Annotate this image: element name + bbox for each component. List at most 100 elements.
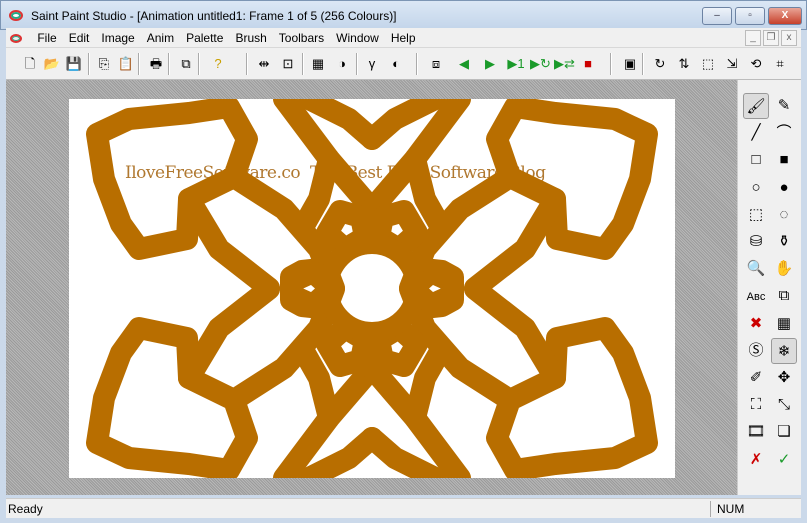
select-all-button[interactable]: ⬚ (698, 54, 718, 74)
new-file-button[interactable]: 🗋 (20, 54, 40, 74)
menu-toolbars[interactable]: Toolbars (273, 28, 330, 48)
transform-icon: ⇲ (726, 56, 738, 71)
copy-icon: ⎘ (98, 56, 110, 71)
fill-tool[interactable]: ⛁ (743, 229, 769, 255)
mdi-minimize-button[interactable]: _ (745, 30, 761, 46)
window-icon: ⧉ (181, 56, 191, 71)
frames-button[interactable]: ⧈ (426, 54, 446, 74)
menu-brush[interactable]: Brush (229, 28, 272, 48)
stop-button[interactable]: ■ (578, 54, 598, 74)
flip-button[interactable]: ⇅ (674, 54, 694, 74)
fx-brush-tool[interactable]: ✐ (743, 365, 769, 391)
mdi-restore-button[interactable]: ❐ (763, 30, 779, 46)
play-loop-button[interactable]: ▶↻ (530, 54, 551, 74)
move-icon: ✥ (777, 369, 791, 386)
palette-pick-tool[interactable]: ▦ (771, 311, 797, 337)
menu-help[interactable]: Help (385, 28, 422, 48)
layers-icon: ❏ (777, 423, 791, 441)
next-frame-button[interactable]: ▶ (480, 54, 500, 74)
text-tool[interactable]: Aʙᴄ (743, 283, 769, 309)
filled-ellipse-tool[interactable]: ● (771, 175, 797, 201)
accept-tool[interactable]: ✓ (771, 447, 797, 473)
lasso-tool[interactable]: ◌ (771, 202, 797, 228)
menu-window[interactable]: Window (330, 28, 385, 48)
toolbar: 🗋 📂 💾 ⎘ 📋 🖶 ⧉? ⇹ ⊡ ▦ ◑ γ ◐ ⧈ ◀ ▶ ▶1 ▶↻ ▶⇄ ■ ▣ ↻ ⇅ ⬚ ⇲ ⟲ ⌗ (6, 48, 801, 80)
minimize-button[interactable]: – (702, 7, 732, 25)
resize-selection-tool[interactable]: ⛶ (743, 392, 769, 418)
zoom-tool[interactable]: 🔍 (743, 256, 769, 282)
spray-tool[interactable]: ⚱ (771, 229, 797, 255)
status-bar: Ready NUM (6, 498, 801, 518)
help-button[interactable]: ? (208, 54, 228, 74)
menu-palette[interactable]: Palette (180, 28, 229, 48)
toolbar-separator (356, 53, 358, 75)
hand-icon: ✋ (774, 260, 794, 278)
menu-anim[interactable]: Anim (141, 28, 180, 48)
drawing-canvas[interactable]: IloveFreeSoftware.co The Best Free Softw… (69, 99, 675, 478)
layers-tool[interactable]: ❏ (771, 419, 797, 445)
rotate-free-button[interactable]: ⟲ (746, 54, 766, 74)
toolbar-separator (138, 53, 140, 75)
close-button[interactable]: X (768, 7, 802, 25)
erase-color-tool[interactable]: ✖ (743, 311, 769, 337)
menu-bar: File Edit Image Anim Palette Brush Toolbars Win… (6, 28, 801, 48)
copy-button[interactable]: ⎘ (94, 54, 114, 74)
rectangle-tool[interactable]: □ (743, 147, 769, 173)
brush-tool[interactable]: 🖌 (743, 93, 769, 119)
symmetric-pattern (69, 99, 675, 478)
save-button[interactable]: 💾 (64, 54, 84, 74)
doc-icon (10, 32, 28, 46)
cancel-tool[interactable]: ✗ (743, 447, 769, 473)
contrast-button[interactable]: ◑ (332, 54, 352, 74)
gamma-button[interactable]: γ (362, 54, 382, 74)
erase-color-icon: ✖ (749, 314, 763, 332)
crop-frame-icon: ⌗ (776, 56, 784, 71)
mdi-close-button[interactable]: x (781, 30, 797, 46)
status-text: Ready (8, 502, 43, 516)
shrink-icon: ⤡ (777, 396, 790, 414)
invert-button[interactable]: ◐ (386, 54, 406, 74)
palette-button[interactable]: ▦ (308, 54, 328, 74)
next-frame-icon: ▶ (485, 56, 495, 71)
open-folder-button[interactable]: 📂 (42, 54, 62, 74)
menu-image[interactable]: Image (95, 28, 140, 48)
filled-ellipse-icon: ● (779, 178, 789, 196)
filled-rectangle-tool[interactable]: ■ (771, 147, 797, 173)
move-tool[interactable]: ✥ (771, 365, 797, 391)
resize-button[interactable]: ⇹ (254, 54, 274, 74)
toolbar-separator (642, 53, 644, 75)
shrink-tool[interactable]: ⤡ (771, 392, 797, 418)
film-tool[interactable]: 🎞 (743, 419, 769, 445)
filled-rectangle-icon: ■ (779, 151, 789, 169)
eyedropper-icon: ✎ (777, 97, 791, 114)
menu-file[interactable]: File (31, 28, 62, 48)
maximize-button[interactable]: ▫ (735, 7, 765, 25)
effect-tool[interactable]: Ⓢ (743, 338, 769, 364)
menu-edit[interactable]: Edit (63, 28, 96, 48)
view-icon: ▣ (623, 56, 637, 71)
print-button[interactable]: 🖶 (146, 54, 166, 74)
view-button[interactable]: ▣ (620, 54, 640, 74)
symmetry-tool[interactable]: ❄ (771, 337, 797, 364)
paste-button[interactable]: 📋 (116, 54, 136, 74)
eyedropper-tool[interactable]: ✎ (771, 93, 797, 119)
stamp-icon: ⧉ (778, 287, 790, 305)
rect-select-tool[interactable]: ⬚ (743, 202, 769, 228)
curve-tool[interactable]: ⌒ (771, 120, 797, 146)
stamp-tool[interactable]: ⧉ (771, 283, 797, 309)
play-once-button[interactable]: ▶1 (506, 54, 526, 74)
palette-pick-icon: ▦ (776, 314, 792, 332)
transform-button[interactable]: ⇲ (722, 54, 742, 74)
window-title: Saint Paint Studio - [Animation untitled… (31, 9, 397, 23)
window-button[interactable]: ⧉ (176, 54, 196, 74)
crop-button[interactable]: ⊡ (278, 54, 298, 74)
rotate-button[interactable]: ↻ (650, 54, 670, 74)
toolbar-separator (610, 53, 612, 75)
play-pingpong-button[interactable]: ▶⇄ (554, 54, 575, 74)
ellipse-tool[interactable]: ○ (743, 175, 769, 201)
hand-tool[interactable]: ✋ (771, 256, 797, 282)
crop-frame-button[interactable]: ⌗ (770, 54, 790, 74)
resize-selection-icon: ⛶ (750, 396, 762, 414)
line-tool[interactable]: ╱ (743, 120, 769, 146)
prev-frame-button[interactable]: ◀ (454, 54, 474, 74)
